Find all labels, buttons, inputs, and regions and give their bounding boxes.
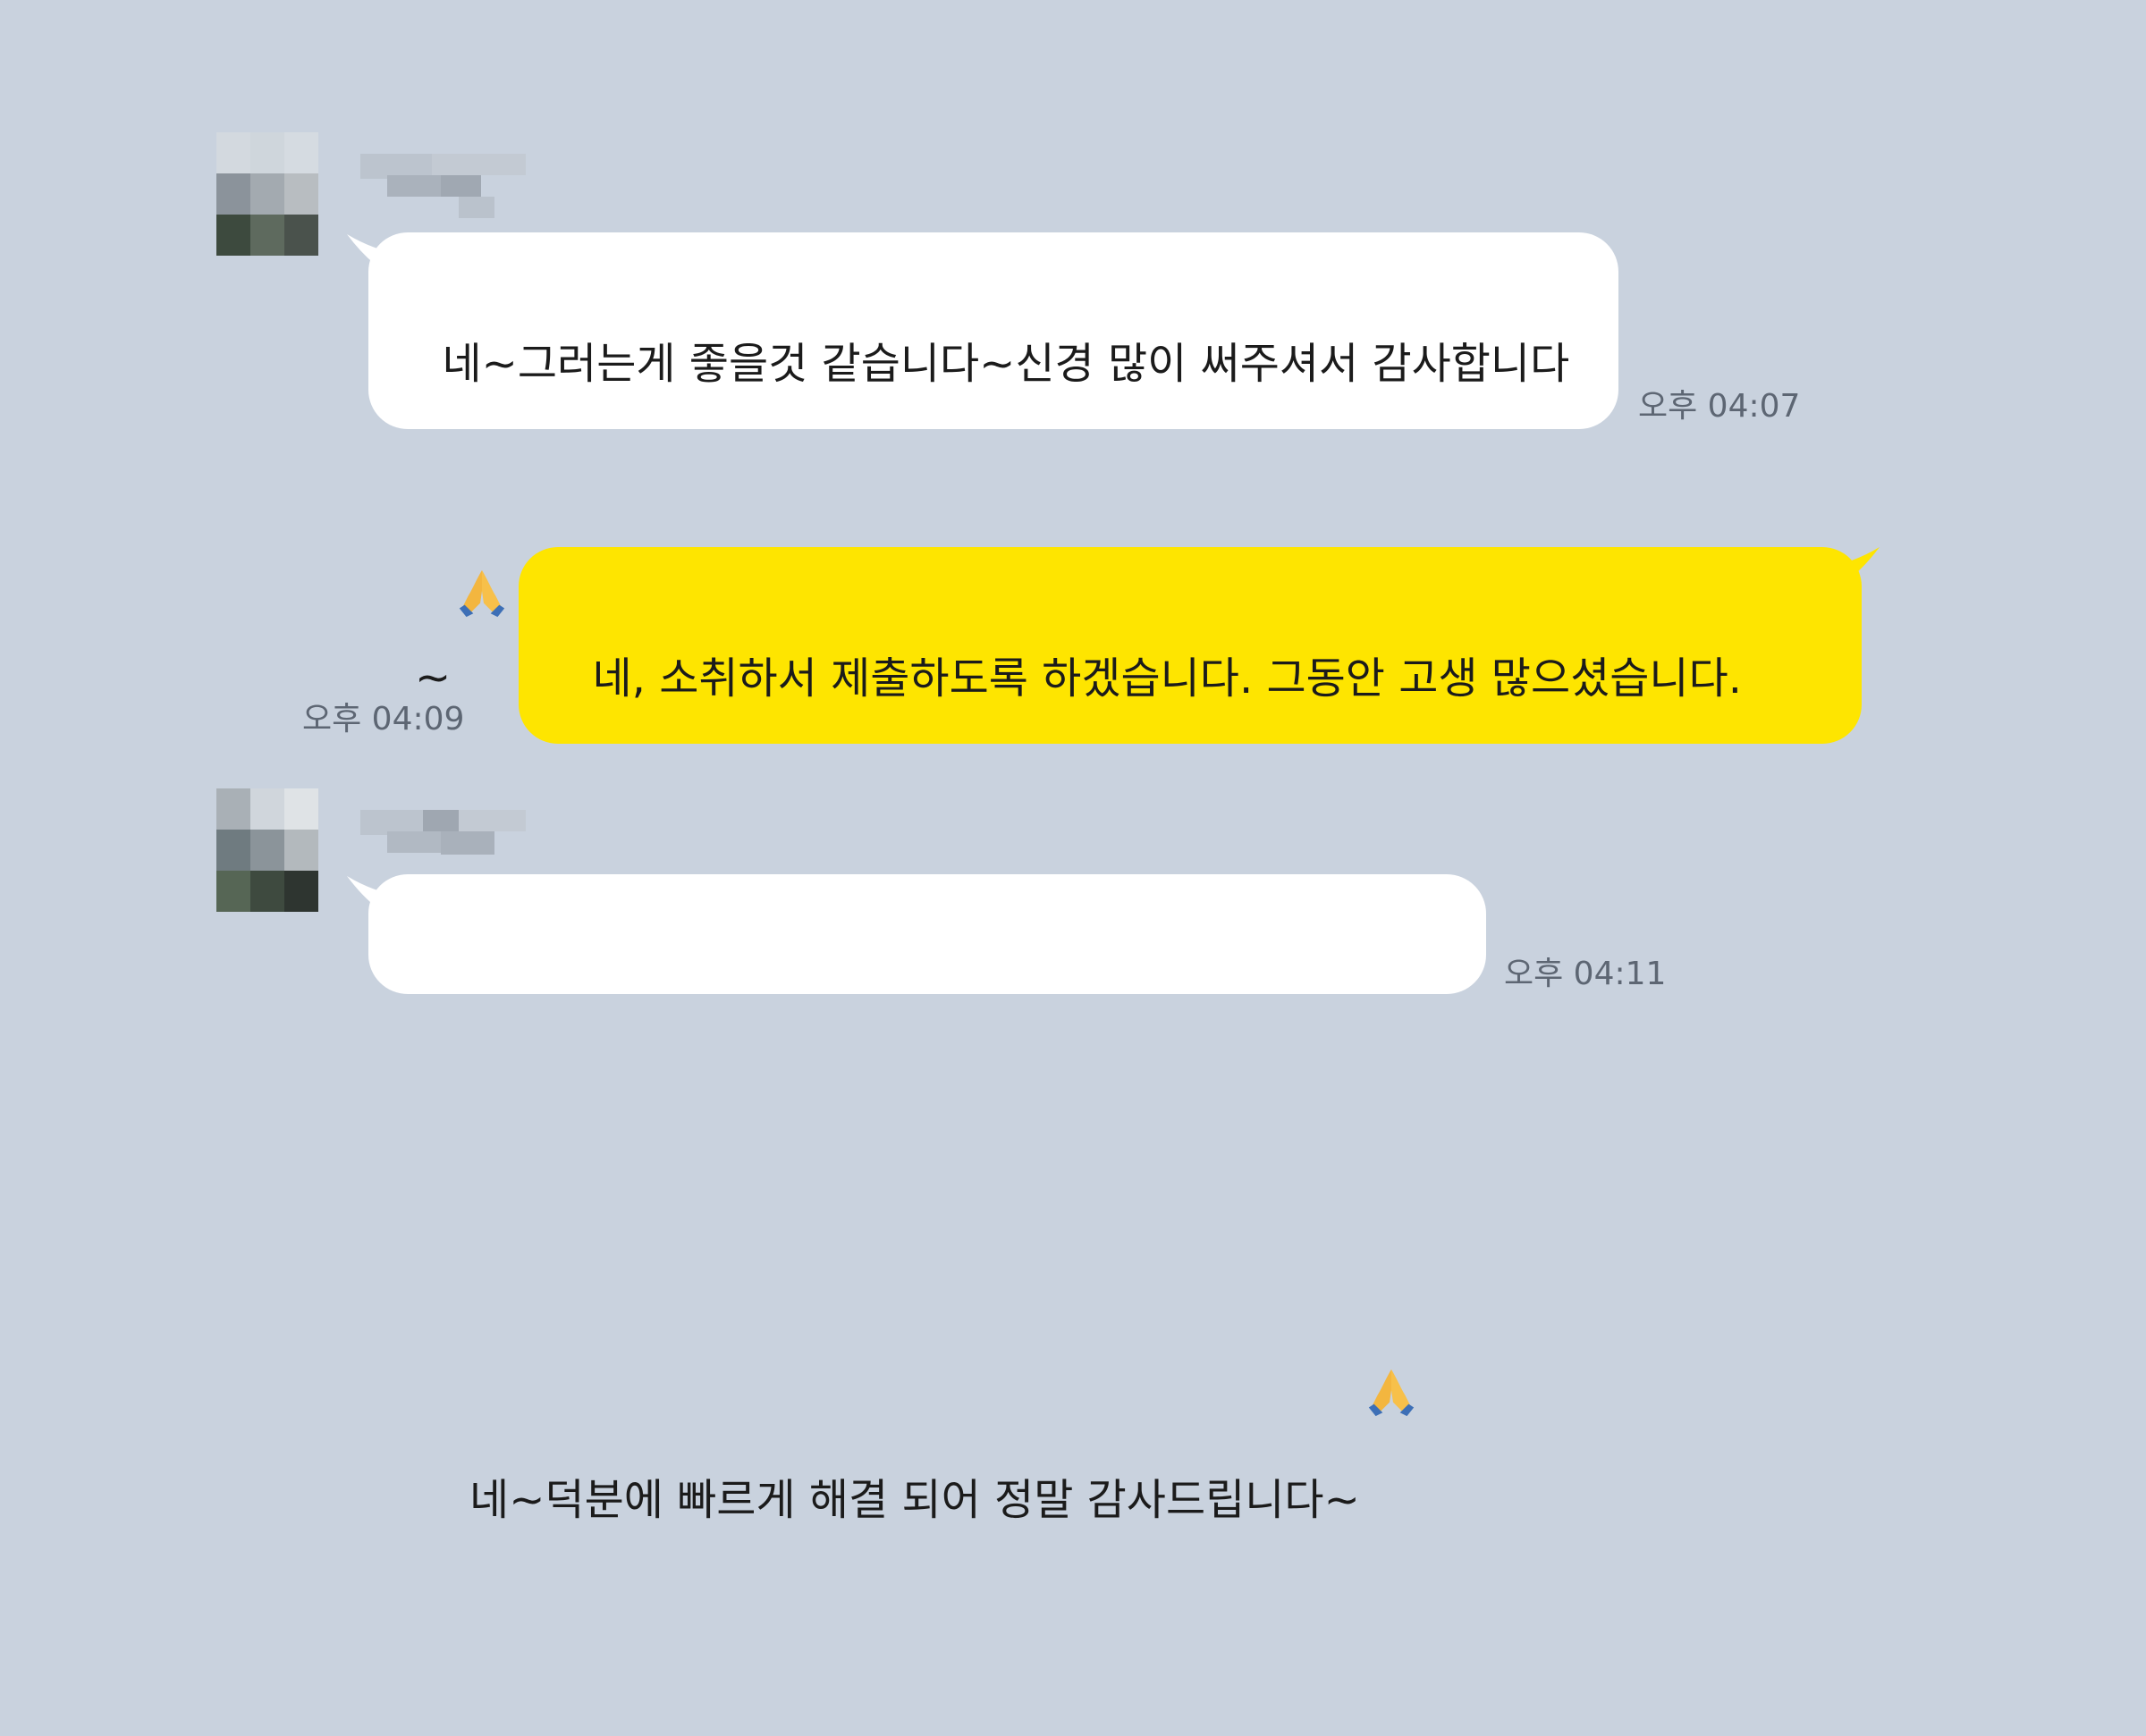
message-bubble[interactable]: 네~덕분에 빠르게 해결 되어 정말 감사드립니다~: [368, 874, 1486, 1525]
message-text: 네~덕분에 빠르게 해결 되어 정말 감사드립니다~: [469, 1475, 1360, 1525]
timestamp: 오후 04:07: [1638, 388, 1801, 425]
message-tail: [1826, 547, 1880, 592]
timestamp: 오후 04:11: [1504, 956, 1667, 992]
folded-hands-icon: [1364, 1146, 1419, 1417]
message-bubble[interactable]: 네~그러는게 좋을것 같습니다~신경 많이 써주셔서 감사합니다~: [368, 232, 1618, 703]
timestamp: 오후 04:09: [302, 701, 465, 737]
avatar[interactable]: [216, 132, 319, 256]
sender-name: [360, 810, 530, 874]
folded-hands-icon: [454, 404, 510, 618]
avatar[interactable]: [216, 788, 319, 912]
message-text: 네, 소취하서 제출하도록 하겠습니다. 그동안 고생 많으셨습니다.: [592, 653, 1742, 704]
message-bubble[interactable]: 네, 소취하서 제출하도록 하겠습니다. 그동안 고생 많으셨습니다.: [519, 547, 1862, 744]
sender-name: [360, 154, 530, 218]
